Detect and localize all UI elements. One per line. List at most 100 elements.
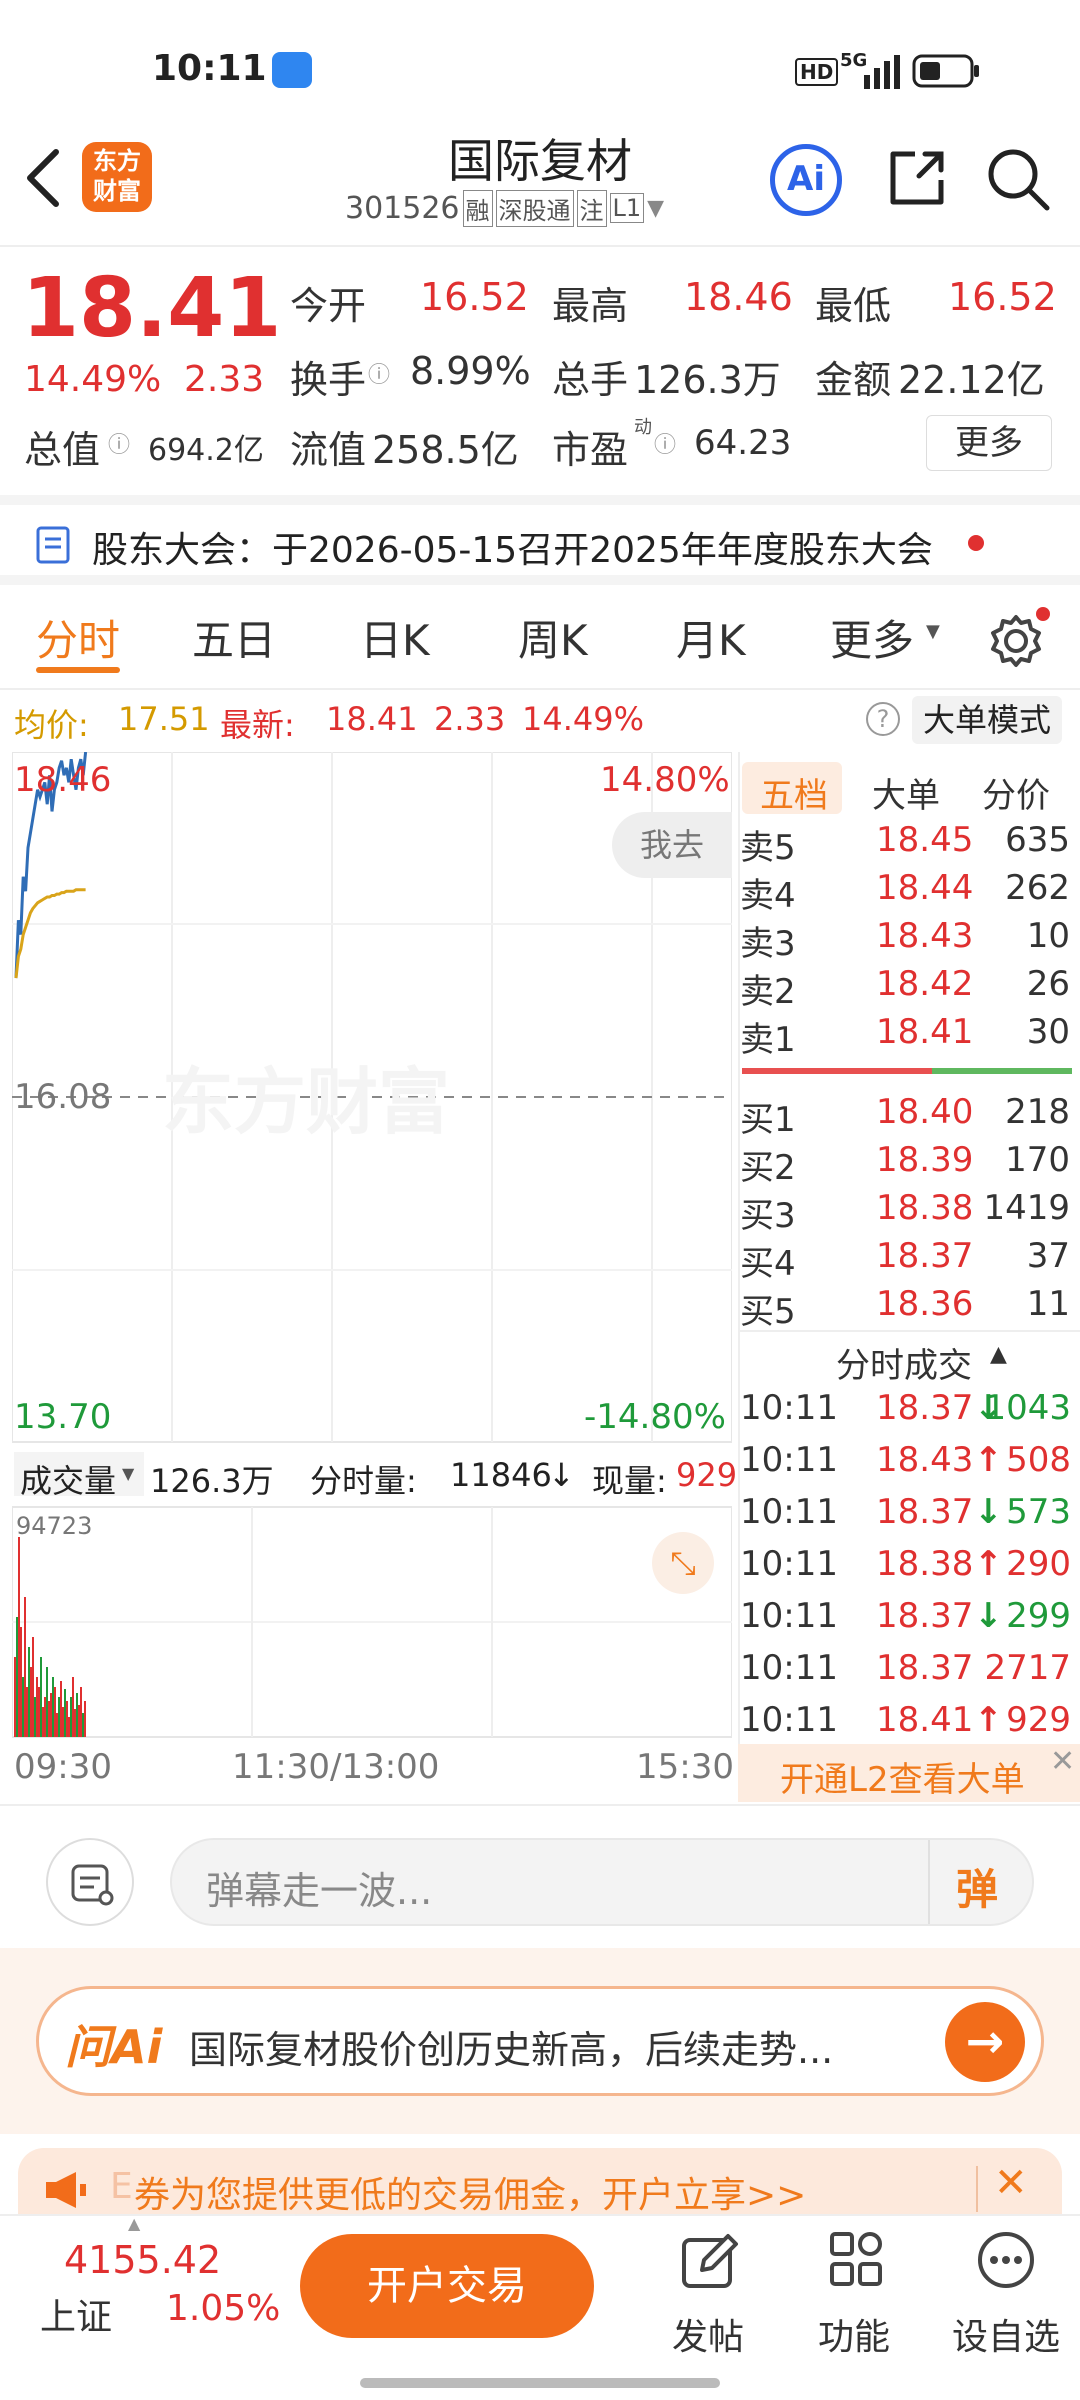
ask-level-volume: 635: [1005, 820, 1070, 860]
ask-ratio-bar: [742, 1068, 932, 1074]
document-icon: [36, 526, 70, 564]
nav-add-watchlist-label: 设自选: [952, 2317, 1061, 2358]
volume-bar: [20, 1627, 22, 1737]
tag-connect: 深股通: [495, 189, 574, 227]
tab-big-orders[interactable]: 大单: [872, 768, 940, 817]
ask-level-row[interactable]: 卖3 18.43 10: [740, 916, 1070, 964]
info-icon[interactable]: ⓘ: [654, 427, 676, 459]
ask-level-row[interactable]: 卖2 18.42 26: [740, 964, 1070, 1012]
bid-level-row[interactable]: 买1 18.40 218: [740, 1092, 1070, 1140]
stock-code-line: 301526 融 深股通 注 L1 ▼: [345, 188, 664, 228]
pct-change: 14.49%: [24, 359, 162, 400]
bottom-nav: ▲ 4155.42 上证 1.05% 开户交易 发帖 功能 设自选: [0, 2214, 1080, 2400]
ask-level-row[interactable]: 卖4 18.44 262: [740, 868, 1070, 916]
divider: [928, 1840, 930, 1924]
close-icon[interactable]: ✕: [1050, 1744, 1075, 1779]
volume-bar: [16, 1617, 18, 1737]
ask-level-label: 卖2: [740, 972, 796, 1012]
danmaku-send-button[interactable]: 弹: [956, 1856, 998, 1917]
ask-level-price: 18.43: [876, 916, 974, 956]
tab-more[interactable]: 更多: [830, 607, 914, 668]
nav-post-label: 发帖: [672, 2317, 745, 2358]
bid-level-row[interactable]: 买4 18.37 37: [740, 1236, 1070, 1284]
nav-add-watchlist[interactable]: 设自选: [946, 2226, 1066, 2366]
low-value: 16.52: [948, 275, 1057, 319]
mcap-label: 总值: [24, 428, 101, 472]
volume-selector[interactable]: 成交量 ▼: [14, 1452, 144, 1500]
volume-bar: [52, 1677, 54, 1737]
trade-price: 18.37: [876, 1648, 974, 1688]
tab-monthly-k[interactable]: 月K: [676, 607, 746, 668]
caret-up-icon[interactable]: ▲: [128, 2214, 140, 2233]
volume-bar: [66, 1701, 68, 1737]
caret-down-icon: ▼: [926, 621, 940, 642]
volume-max-label: 94723: [16, 1512, 93, 1540]
grid-icon: [830, 2232, 882, 2286]
bid-level-label: 买2: [740, 1148, 796, 1188]
float-label: 流值: [290, 428, 367, 472]
app-logo[interactable]: 东方财富: [82, 142, 152, 212]
expand-icon[interactable]: ⤡: [652, 1532, 714, 1594]
bid-level-row[interactable]: 买5 18.36 11: [740, 1284, 1070, 1332]
big-order-mode-button[interactable]: 大单模式: [912, 696, 1062, 744]
info-icon[interactable]: ⓘ: [108, 427, 130, 459]
bid-level-label: 买4: [740, 1244, 796, 1284]
volume-bar: [26, 1687, 28, 1737]
latest-value: 18.41: [326, 700, 418, 738]
latest-pct: 14.49%: [522, 700, 645, 738]
arrow-down-icon: ↓: [974, 1492, 1003, 1532]
nav-post[interactable]: 发帖: [660, 2226, 760, 2366]
nav-functions[interactable]: 功能: [806, 2226, 906, 2366]
bid-level-row[interactable]: 买3 18.38 1419: [740, 1188, 1070, 1236]
settings-dot: [1036, 607, 1050, 621]
bid-level-row[interactable]: 买2 18.39 170: [740, 1140, 1070, 1188]
average-price-line: [14, 888, 86, 979]
notice-bar[interactable]: 股东大会：于2026-05-15召开2025年年度股东大会: [0, 495, 1080, 585]
ask-level-row[interactable]: 卖5 18.45 635: [740, 820, 1070, 868]
edit-icon: [682, 2234, 738, 2288]
ai-button[interactable]: Ai: [770, 144, 842, 216]
chevron-down-icon[interactable]: ▼: [647, 196, 664, 221]
ai-question-banner[interactable]: 问Ai 国际复材股价创历史新高，后续走势... →: [36, 1986, 1044, 2096]
trade-price: 18.37: [876, 1388, 974, 1428]
comment-bar: 弹幕走一波... 弹: [0, 1804, 1080, 1944]
l2-banner-text: 开通L2查看大单: [780, 1760, 1025, 1800]
tab-price-dist[interactable]: 分价: [982, 768, 1050, 817]
volume-now-value: 929: [676, 1456, 738, 1494]
last-price: 18.41: [22, 261, 282, 356]
back-arrow-icon[interactable]: [22, 148, 62, 208]
tab-daily-k[interactable]: 日K: [360, 607, 430, 668]
caret-up-icon[interactable]: ▲: [990, 1342, 1007, 1367]
open-account-trade-button[interactable]: 开户交易: [300, 2234, 594, 2338]
tag-level: L1: [609, 193, 645, 223]
danmaku-input[interactable]: 弹幕走一波... 弹: [170, 1838, 1034, 1926]
trade-volume: 508: [1006, 1440, 1071, 1480]
volume-now-label: 现量:: [592, 1462, 667, 1500]
index-value[interactable]: 4155.42: [64, 2238, 221, 2282]
close-icon[interactable]: ✕: [994, 2160, 1028, 2206]
tab-5day[interactable]: 五日: [192, 607, 276, 668]
go-button[interactable]: 我去: [612, 812, 732, 878]
arrow-right-icon[interactable]: →: [945, 2002, 1025, 2082]
timeshare-chart[interactable]: 东方财富 18.46 16.08 13.70 14.80% -14.80% 我去…: [12, 752, 737, 1792]
more-button[interactable]: 更多: [926, 415, 1052, 471]
share-icon[interactable]: [885, 146, 949, 210]
turnover-label: 换手: [290, 358, 367, 402]
danmaku-settings-button[interactable]: [46, 1838, 134, 1926]
bid-level-label: 买3: [740, 1196, 796, 1236]
avg-value: 17.51: [118, 700, 210, 738]
info-icon[interactable]: ⓘ: [368, 357, 390, 389]
l2-banner[interactable]: 开通L2查看大单 ✕: [738, 1744, 1080, 1802]
tab-five-levels[interactable]: 五档: [760, 768, 828, 817]
tab-indicator: [36, 667, 120, 673]
tab-timeshare[interactable]: 分时: [36, 607, 120, 668]
ask-level-row[interactable]: 卖1 18.41 30: [740, 1012, 1070, 1060]
volume-bar: [40, 1657, 42, 1737]
search-icon[interactable]: [985, 146, 1051, 212]
tab-weekly-k[interactable]: 周K: [518, 607, 588, 668]
arrow-up-icon: ↑: [974, 1544, 1003, 1584]
ask-level-volume: 26: [1026, 964, 1070, 1004]
volume-bar: [38, 1687, 40, 1737]
pct-label-bottom: -14.80%: [584, 1397, 726, 1437]
help-icon[interactable]: ?: [866, 702, 900, 736]
